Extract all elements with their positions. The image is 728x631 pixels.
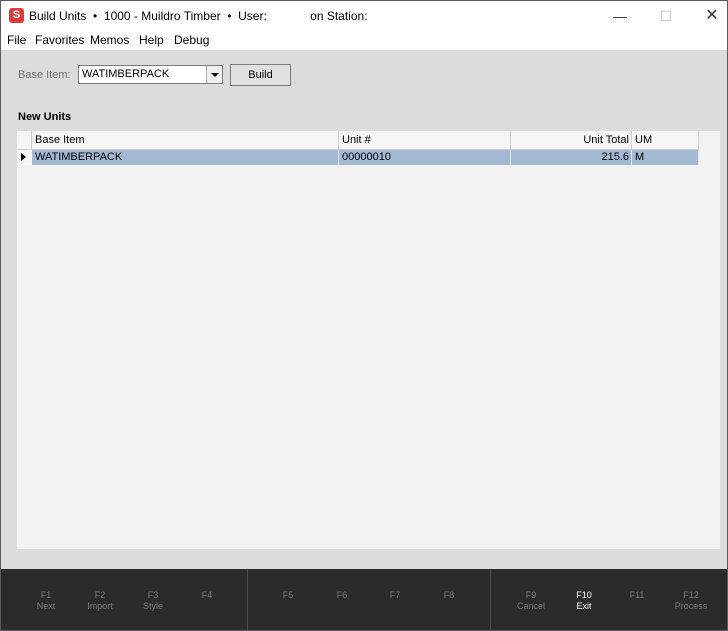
menu-help[interactable]: Help [139,33,164,47]
fkey-f2-key: F2 [94,590,106,600]
fkey-f2-label: Import [87,601,113,611]
fkey-group-divider [247,569,248,630]
main-content: Base Item: WATIMBERPACK Build New Units … [1,50,727,569]
fkey-f9-key: F9 [525,590,537,600]
fkey-f4[interactable]: F4 [182,590,232,601]
fkey-group-divider [490,569,491,630]
menu-memos[interactable]: Memos [90,33,129,47]
fkey-f1[interactable]: F1 Next [21,590,71,612]
fkey-f7-key: F7 [389,590,401,600]
fkey-f6-key: F6 [336,590,348,600]
fkey-f9[interactable]: F9 Cancel [506,590,556,612]
row-header-corner [17,131,32,149]
column-header-um[interactable]: UM [632,131,699,149]
menu-favorites[interactable]: Favorites [35,33,84,47]
cell-base-item[interactable]: WATIMBERPACK [32,150,339,165]
fkey-f1-label: Next [36,601,56,611]
fkey-f10[interactable]: F10 Exit [559,590,609,612]
grid-header: Base Item Unit # Unit Total UM [17,131,699,150]
fkey-f10-label: Exit [576,601,592,611]
base-item-combobox[interactable]: WATIMBERPACK [78,65,223,84]
fkey-f12-key: F12 [683,590,699,600]
fkey-f5-key: F5 [282,590,294,600]
menu-file[interactable]: File [7,33,26,47]
fkey-f5[interactable]: F5 [263,590,313,601]
table-row[interactable]: WATIMBERPACK 00000010 215.6 M [17,150,699,165]
base-item-label: Base Item: [18,69,71,81]
fkey-f9-label: Cancel [516,601,545,611]
base-item-value[interactable]: WATIMBERPACK [82,68,169,80]
cell-um[interactable]: M [632,150,699,165]
fkey-f12[interactable]: F12 Process [666,590,716,612]
app-logo-icon: S [9,8,24,23]
build-button[interactable]: Build [230,64,291,86]
fkey-f3-label: Style [142,601,163,611]
column-header-unit-no[interactable]: Unit # [339,131,511,149]
fkey-f1-key: F1 [40,590,52,600]
fkey-f3[interactable]: F3 Style [128,590,178,612]
cell-unit-no[interactable]: 00000010 [339,150,511,165]
new-units-heading: New Units [18,111,72,123]
function-key-bar: F1 Next F2 Import F3 Style F4 F5 F6 F7 F8 F… [1,569,727,630]
cell-unit-total[interactable]: 215.6 [511,150,632,165]
fkey-f3-key: F3 [147,590,159,600]
fkey-f8[interactable]: F8 [424,590,474,601]
title-bar[interactable]: S Build Units • 1000 - Muildro Timber • … [1,1,727,31]
menu-bar: File Favorites Memos Help Debug [1,31,727,50]
column-header-unit-total[interactable]: Unit Total [511,131,632,149]
fkey-f7[interactable]: F7 [370,590,420,601]
menu-debug[interactable]: Debug [174,33,209,47]
current-row-arrow-icon [17,150,32,165]
fkey-f8-key: F8 [443,590,455,600]
new-units-grid[interactable]: Base Item Unit # Unit Total UM WATIMBERP… [17,131,720,549]
fkey-f12-label: Process [674,601,708,611]
fkey-f4-key: F4 [201,590,213,600]
fkey-f6[interactable]: F6 [317,590,367,601]
chevron-down-icon[interactable] [206,66,222,83]
window-title: Build Units • 1000 - Muildro Timber • Us… [29,9,368,23]
column-header-base-item[interactable]: Base Item [32,131,339,149]
fkey-f11-key: F11 [629,590,645,600]
close-button[interactable]: ✕ [689,1,727,31]
app-window: S Build Units • 1000 - Muildro Timber • … [0,0,728,631]
fkey-f10-key: F10 [576,590,592,600]
minimize-button[interactable]: — [597,1,643,31]
fkey-f2[interactable]: F2 Import [75,590,125,612]
fkey-f11[interactable]: F11 [612,590,662,601]
maximize-button[interactable]: ☐ [643,1,689,31]
